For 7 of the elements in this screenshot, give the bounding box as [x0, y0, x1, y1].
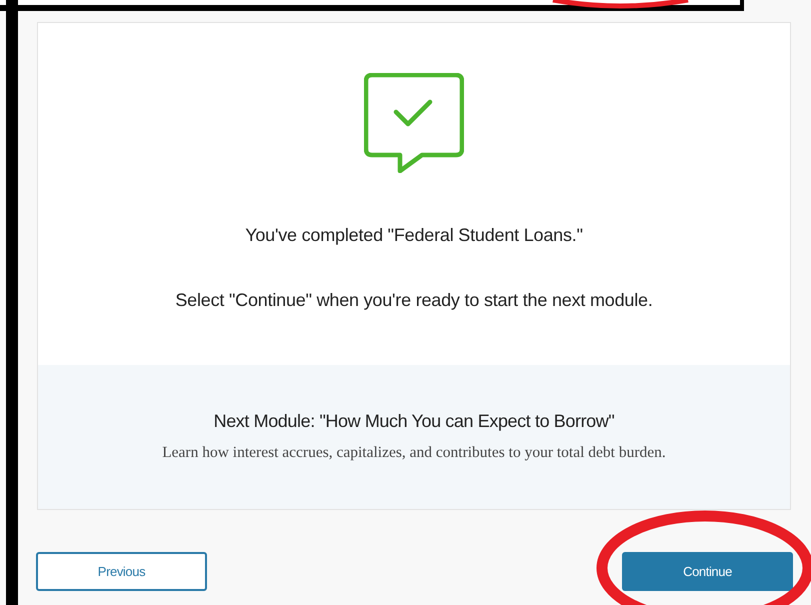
next-module-description: Learn how interest accrues, capitalizes, and contributes to your total debt burden. [162, 444, 666, 462]
chat-check-icon [364, 73, 464, 173]
instruction-text: Select "Continue" when you're ready to start the next module. [175, 290, 653, 311]
next-module-title: Next Module: "How Much You can Expect to Borrow" [214, 411, 614, 432]
completion-message: You've completed "Federal Student Loans." [245, 225, 583, 246]
previous-button[interactable]: Previous [36, 552, 207, 591]
continue-button[interactable]: Continue [622, 552, 793, 591]
